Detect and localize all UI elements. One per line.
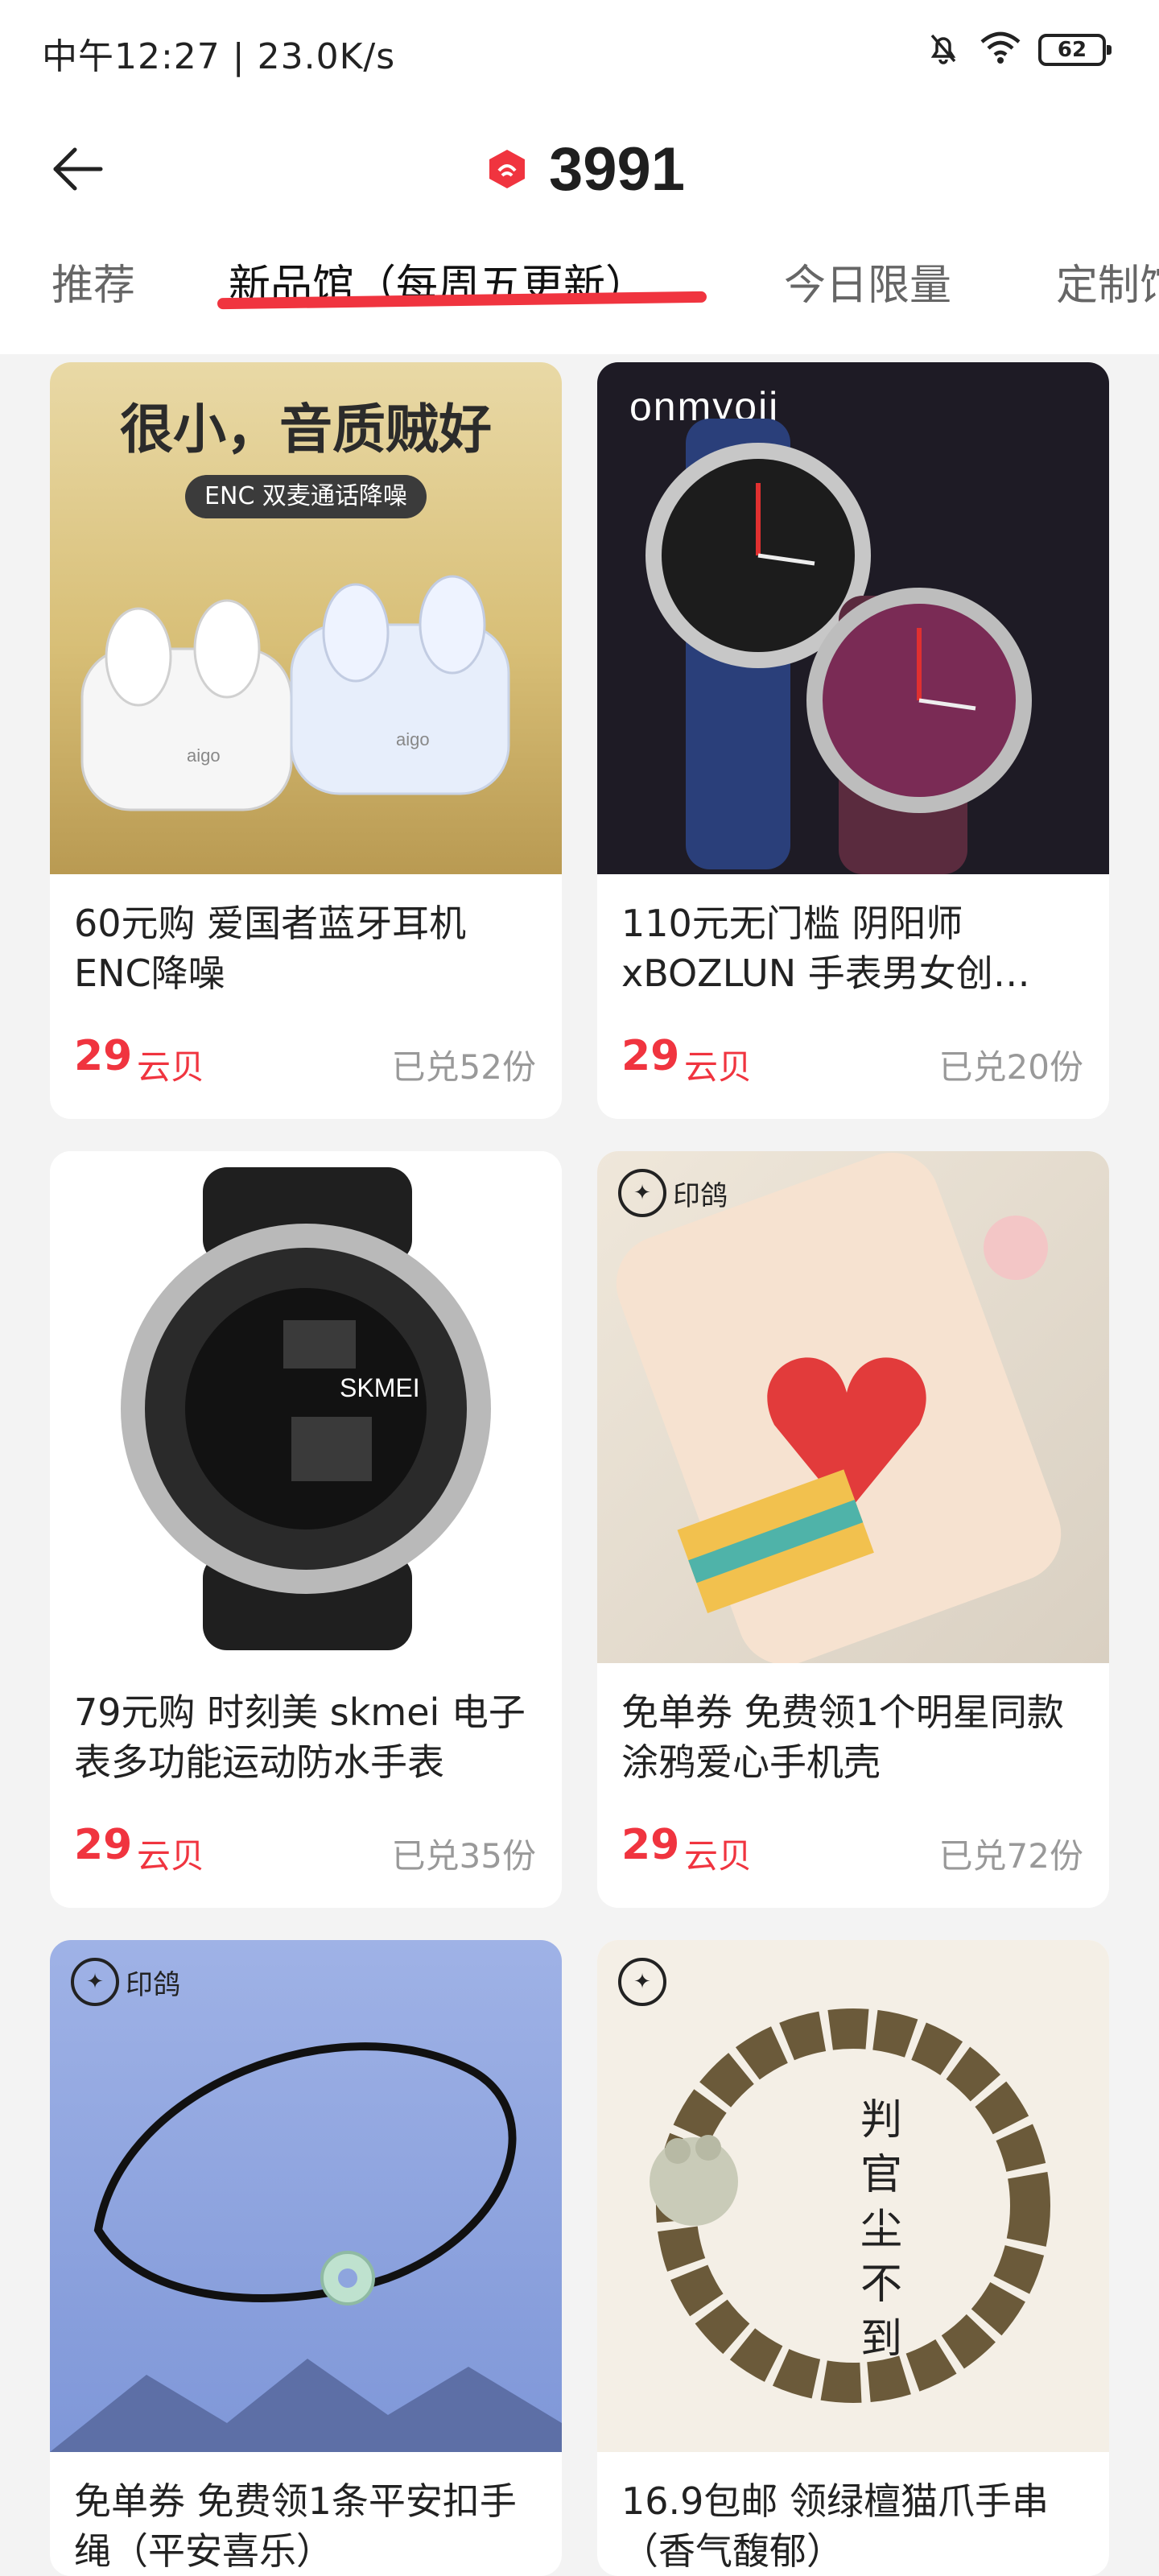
- product-price: 29: [621, 1032, 680, 1080]
- image-calligraphy: 判官尘不到: [860, 2096, 902, 2363]
- brand-name: 印鸽: [673, 1179, 728, 1212]
- status-icons: 62: [924, 27, 1112, 72]
- sport-watch-illustration: SKMEI: [121, 1167, 491, 1650]
- phone-case-illustration: [616, 1152, 1062, 1663]
- battery-level: 62: [1057, 38, 1087, 62]
- bracelet-illustration: [50, 2042, 562, 2452]
- tab-recommend[interactable]: 推荐: [52, 250, 135, 330]
- product-name: 79元购 时刻美 skmei 电子表多功能运动防水手表: [74, 1690, 526, 1784]
- product-image: SKMEI: [50, 1151, 562, 1663]
- sold-count: 已兑20份: [938, 1047, 1083, 1087]
- cloud-shell-coin-icon: [483, 145, 531, 193]
- brand-logo-icon: ✦: [71, 1958, 119, 2006]
- product-image: ✦ 印鸽: [597, 1151, 1109, 1663]
- wifi-icon: [979, 31, 1022, 69]
- brand-name: 印鸽: [126, 1968, 180, 2001]
- product-card[interactable]: ✦ 印鸽 免单券 免费领1条平安扣手绳（平安喜乐）: [50, 1940, 562, 2576]
- sold-count: 已兑72份: [938, 1836, 1083, 1876]
- image-subtext: ENC 双麦通话降噪: [185, 475, 427, 518]
- product-image: 很小，音质贼好 ENC 双麦通话降噪 aigo aigo: [50, 362, 562, 874]
- product-card[interactable]: onmyoji 110元无门槛 阴阳师xBOZLUN 手表男女创… 29 云贝 …: [597, 362, 1109, 1119]
- product-price: 29: [74, 1821, 133, 1869]
- price-unit: 云贝: [137, 1836, 205, 1876]
- product-image: ✦ 判官尘不到: [597, 1940, 1109, 2452]
- battery-icon: 62: [1038, 34, 1112, 66]
- brand-badge: ✦ 印鸽: [618, 1169, 728, 1217]
- product-image: onmyoji: [597, 362, 1109, 874]
- product-card[interactable]: SKMEI 79元购 时刻美 skmei 电子表多功能运动防水手表 29 云贝 …: [50, 1151, 562, 1908]
- product-name: 110元无门槛 阴阳师xBOZLUN 手表男女创…: [621, 902, 1030, 995]
- price-unit: 云贝: [684, 1836, 753, 1876]
- image-headline: 很小，音质贼好: [120, 398, 492, 460]
- product-card[interactable]: ✦ 印鸽 免单券 免费领1个明星同款涂鸦爱心手机壳 29 云贝 已兑72份: [597, 1151, 1109, 1908]
- svg-text:aigo: aigo: [396, 729, 430, 749]
- tab-daily-limited[interactable]: 今日限量: [784, 250, 951, 330]
- product-card[interactable]: 很小，音质贼好 ENC 双麦通话降噪 aigo aigo 60元购 爱国者蓝牙耳…: [50, 362, 562, 1119]
- product-card[interactable]: ✦ 判官尘不到 16.9包邮 领绿檀猫爪手串（香气馥郁）: [597, 1940, 1109, 2576]
- product-name: 免单券 免费领1个明星同款涂鸦爱心手机壳: [621, 1690, 1064, 1784]
- product-name: 免单券 免费领1条平安扣手绳（平安喜乐）: [74, 2479, 517, 2573]
- product-name: 60元购 爱国者蓝牙耳机ENC降噪: [74, 902, 467, 995]
- product-price: 29: [74, 1032, 133, 1080]
- price-unit: 云贝: [684, 1047, 753, 1087]
- watch-illustration: [645, 419, 1032, 874]
- tab-new-arrivals[interactable]: 新品馆（每周五更新）: [229, 250, 647, 330]
- brand-badge: ✦ 印鸽: [71, 1958, 180, 2006]
- product-image: ✦ 印鸽: [50, 1940, 562, 2452]
- sold-count: 已兑35份: [391, 1836, 536, 1876]
- product-price: 29: [621, 1821, 680, 1869]
- brand-badge: ✦: [618, 1958, 666, 2006]
- price-unit: 云贝: [137, 1047, 205, 1087]
- points-balance: 3991: [483, 129, 685, 209]
- product-name: 16.9包邮 领绿檀猫爪手串（香气馥郁）: [621, 2479, 1050, 2573]
- svg-text:aigo: aigo: [187, 745, 221, 766]
- sold-count: 已兑52份: [391, 1047, 536, 1087]
- svg-text:SKMEI: SKMEI: [340, 1373, 420, 1402]
- tab-custom[interactable]: 定制馆: [1056, 250, 1159, 330]
- bell-off-icon: [924, 29, 963, 71]
- brand-logo-icon: ✦: [618, 1958, 666, 2006]
- back-arrow-icon[interactable]: [47, 138, 108, 200]
- top-bar: 中午12:27 | 23.0K/s 62 3991 推荐 新品馆（每周五更新） …: [0, 0, 1159, 354]
- brand-logo-icon: ✦: [618, 1169, 666, 1217]
- earbuds-illustration: aigo aigo: [80, 575, 510, 811]
- points-value: 3991: [549, 134, 686, 204]
- status-time-speed: 中午12:27 | 23.0K/s: [42, 36, 396, 77]
